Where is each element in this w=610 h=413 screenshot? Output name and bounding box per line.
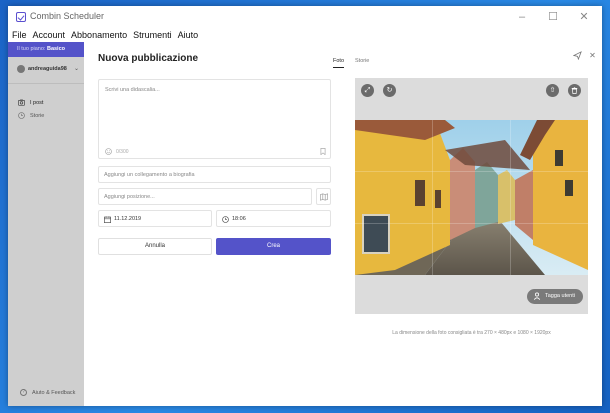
close-icon[interactable]: ✕ <box>588 51 597 60</box>
street-photo <box>355 120 588 275</box>
close-window-button[interactable]: ✕ <box>576 10 592 24</box>
chevron-down-icon: ⌄ <box>74 66 80 72</box>
size-hint: La dimensione della foto consigliata è t… <box>392 330 551 336</box>
account-switcher[interactable]: andreaguida98 ⌄ <box>8 62 84 78</box>
camera-icon <box>18 99 25 106</box>
time-value: 18:06 <box>232 216 246 222</box>
tag-users-button[interactable]: Tagga utenti <box>527 289 583 304</box>
tab-stories[interactable]: Storie <box>355 58 369 64</box>
menu-account[interactable]: Account <box>29 28 66 42</box>
expand-icon[interactable]: ⤢ <box>361 84 374 97</box>
time-field[interactable]: 18:06 <box>216 210 331 227</box>
caption-field[interactable]: Scrivi una didascalia... 0/300 <box>98 79 331 159</box>
help-icon: ? <box>20 389 27 396</box>
avatar <box>17 65 25 73</box>
app-logo-icon <box>16 12 26 22</box>
plan-name: Basico <box>46 46 66 52</box>
help-label: Aiuto & Feedback <box>32 390 76 396</box>
sidebar-item-posts[interactable]: I post <box>8 97 84 109</box>
tag-users-label: Tagga utenti <box>545 293 575 299</box>
bio-link-placeholder: Aggiungi un collegamento a biografia <box>104 172 195 178</box>
sidebar-item-label: I post <box>30 100 44 106</box>
menu-abbonamento[interactable]: Abbonamento <box>67 28 127 42</box>
account-name: andreaguida98 <box>28 66 67 72</box>
rotate-icon[interactable]: ↻ <box>383 84 396 97</box>
location-field[interactable]: Aggiungi posizione... <box>98 188 312 205</box>
photo-preview: ⤢ ↻ ⇧ Tagga utenti <box>355 78 588 314</box>
help-feedback-link[interactable]: ? Aiuto & Feedback <box>8 388 84 400</box>
plan-banner[interactable]: Il tuo piano: Basico <box>8 42 84 57</box>
user-icon <box>533 292 542 301</box>
emoji-icon[interactable] <box>105 148 112 155</box>
clock-icon <box>18 112 25 119</box>
location-placeholder: Aggiungi posizione... <box>104 194 155 200</box>
sidebar: Il tuo piano: Basico andreaguida98 ⌄ I p… <box>8 42 84 406</box>
bookmark-icon[interactable] <box>320 148 326 155</box>
maximize-button[interactable]: ☐ <box>545 10 561 24</box>
window-title: Combin Scheduler <box>30 11 105 21</box>
calendar-icon <box>104 216 111 223</box>
map-button[interactable] <box>316 188 331 205</box>
clock-icon <box>222 216 229 223</box>
date-value: 11.12.2019 <box>114 216 142 222</box>
bio-link-field[interactable]: Aggiungi un collegamento a biografia <box>98 166 331 183</box>
caption-placeholder: Scrivi una didascalia... <box>105 87 160 93</box>
trash-icon[interactable] <box>568 84 581 97</box>
title-bar: Combin Scheduler – ☐ ✕ <box>8 6 602 28</box>
page-title: Nuova pubblicazione <box>98 53 199 64</box>
map-icon <box>320 193 328 201</box>
app-content: Il tuo piano: Basico andreaguida98 ⌄ I p… <box>8 42 602 406</box>
date-field[interactable]: 11.12.2019 <box>98 210 212 227</box>
send-icon[interactable] <box>572 51 582 61</box>
menu-bar: File Account Abbonamento Strumenti Aiuto <box>8 28 602 42</box>
upload-icon[interactable]: ⇧ <box>546 84 559 97</box>
plan-prefix: Il tuo piano: <box>17 46 46 52</box>
sidebar-divider <box>8 83 84 84</box>
menu-file[interactable]: File <box>8 28 27 42</box>
char-count: 0/300 <box>116 149 129 155</box>
tab-photo[interactable]: Foto <box>333 58 345 68</box>
app-window: Combin Scheduler – ☐ ✕ File Account Abbo… <box>8 6 602 406</box>
create-button[interactable]: Crea <box>216 238 331 255</box>
menu-strumenti[interactable]: Strumenti <box>129 28 172 42</box>
new-post-panel: Nuova pubblicazione Foto Storie ✕ Scrivi… <box>84 42 602 406</box>
sidebar-item-stories[interactable]: Storie <box>8 110 84 122</box>
menu-aiuto[interactable]: Aiuto <box>174 28 199 42</box>
sidebar-item-label: Storie <box>30 113 45 119</box>
cancel-button[interactable]: Annulla <box>98 238 212 255</box>
minimize-button[interactable]: – <box>514 10 530 24</box>
